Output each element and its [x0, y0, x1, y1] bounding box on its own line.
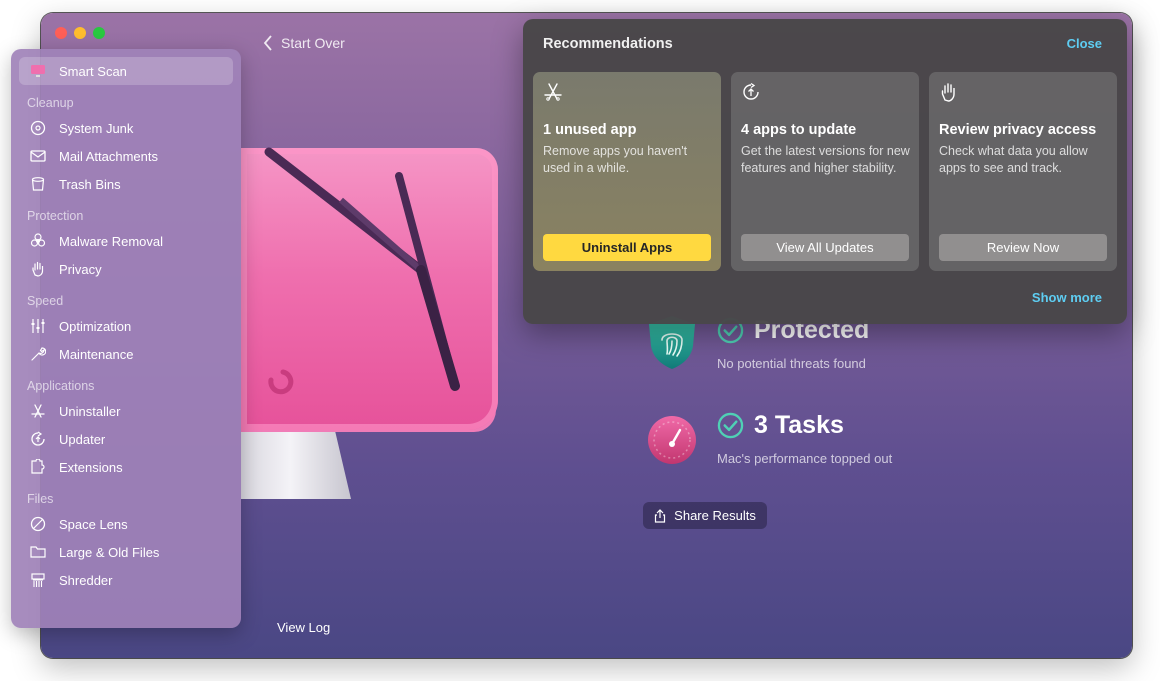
- start-over-label: Start Over: [281, 35, 345, 51]
- share-icon: [655, 508, 666, 523]
- sidebar-item-uninstaller[interactable]: Uninstaller: [19, 397, 233, 425]
- sidebar-item-label: Updater: [59, 431, 106, 447]
- update-icon: [741, 82, 761, 102]
- recommendations-title: Recommendations: [543, 36, 673, 52]
- hand-icon: [29, 260, 47, 278]
- tasks-subtitle: Mac's performance topped out: [717, 451, 893, 466]
- recommendations-popover: Recommendations Close 1 unused app Remov…: [523, 19, 1127, 324]
- show-more-link[interactable]: Show more: [1032, 290, 1102, 305]
- sidebar-section-cleanup: Cleanup: [27, 96, 74, 110]
- chevron-left-icon: [263, 35, 272, 51]
- protected-subtitle: No potential threats found: [717, 356, 866, 371]
- sidebar-item-extensions[interactable]: Extensions: [19, 453, 233, 481]
- monitor-icon: [29, 62, 47, 80]
- review-now-button[interactable]: Review Now: [939, 234, 1107, 261]
- app-store-icon: [543, 82, 563, 102]
- minimize-window-button[interactable]: [74, 27, 86, 39]
- card-description: Check what data you allow apps to see an…: [939, 144, 1088, 175]
- sidebar-section-protection: Protection: [27, 209, 84, 223]
- sidebar: Smart Scan Cleanup System Junk Mail Atta…: [11, 49, 241, 628]
- sidebar-item-label: Smart Scan: [59, 63, 127, 79]
- sidebar-item-label: Maintenance: [59, 346, 134, 362]
- sidebar-item-label: Privacy: [59, 261, 102, 277]
- sidebar-item-updater[interactable]: Updater: [19, 425, 233, 453]
- sidebar-item-label: Shredder: [59, 572, 113, 588]
- folder-icon: [29, 543, 47, 561]
- sidebar-item-shredder[interactable]: Shredder: [19, 566, 233, 594]
- card-title: Review privacy access: [939, 122, 1097, 138]
- recommendation-card-updates: 4 apps to update Get the latest versions…: [731, 72, 919, 271]
- view-all-updates-button[interactable]: View All Updates: [741, 234, 909, 261]
- tasks-title: 3 Tasks: [754, 411, 844, 439]
- sidebar-item-space-lens[interactable]: Space Lens: [19, 510, 233, 538]
- close-recommendations-link[interactable]: Close: [1067, 36, 1102, 51]
- card-title: 1 unused app: [543, 122, 637, 138]
- update-icon: [29, 430, 47, 448]
- card-title: 4 apps to update: [741, 122, 857, 138]
- mail-icon: [29, 147, 47, 165]
- sidebar-item-label: System Junk: [59, 120, 134, 136]
- sidebar-item-trash-bins[interactable]: Trash Bins: [19, 170, 233, 198]
- sidebar-item-large-old-files[interactable]: Large & Old Files: [19, 538, 233, 566]
- sidebar-item-label: Trash Bins: [59, 176, 121, 192]
- zoom-window-button[interactable]: [93, 27, 105, 39]
- sidebar-item-maintenance[interactable]: Maintenance: [19, 340, 233, 368]
- trash-icon: [29, 175, 47, 193]
- speedometer-icon: [648, 416, 696, 464]
- recommendation-card-unused-app: 1 unused app Remove apps you haven't use…: [533, 72, 721, 271]
- lens-icon: [29, 515, 47, 533]
- sidebar-item-malware-removal[interactable]: Malware Removal: [19, 227, 233, 255]
- recommendation-card-privacy: Review privacy access Check what data yo…: [929, 72, 1117, 271]
- sidebar-section-files: Files: [27, 492, 54, 506]
- close-window-button[interactable]: [55, 27, 67, 39]
- sidebar-item-label: Large & Old Files: [59, 544, 160, 560]
- sliders-icon: [29, 317, 47, 335]
- sidebar-item-label: Mail Attachments: [59, 148, 158, 164]
- sidebar-section-speed: Speed: [27, 294, 64, 308]
- start-over-button[interactable]: Start Over: [263, 35, 345, 51]
- sidebar-item-system-junk[interactable]: System Junk: [19, 114, 233, 142]
- sidebar-item-smart-scan[interactable]: Smart Scan: [19, 57, 233, 85]
- sidebar-item-label: Space Lens: [59, 516, 128, 532]
- share-results-button[interactable]: Share Results: [643, 502, 767, 529]
- sidebar-item-mail-attachments[interactable]: Mail Attachments: [19, 142, 233, 170]
- wiper-illustration: [264, 147, 460, 395]
- sidebar-item-optimization[interactable]: Optimization: [19, 312, 233, 340]
- check-circle-icon: [717, 412, 744, 439]
- share-results-label: Share Results: [674, 508, 756, 523]
- sidebar-item-label: Extensions: [59, 459, 123, 475]
- hand-icon: [939, 82, 959, 102]
- wrench-icon: [29, 345, 47, 363]
- sidebar-item-label: Uninstaller: [59, 403, 121, 419]
- tasks-heading: 3 Tasks: [717, 411, 844, 440]
- sidebar-item-label: Malware Removal: [59, 233, 164, 249]
- sidebar-item-privacy[interactable]: Privacy: [19, 255, 233, 283]
- sidebar-section-applications: Applications: [27, 379, 95, 393]
- shredder-icon: [29, 571, 47, 589]
- app-icon: [29, 402, 47, 420]
- puzzle-icon: [29, 458, 47, 476]
- uninstall-apps-button[interactable]: Uninstall Apps: [543, 234, 711, 261]
- biohazard-icon: [29, 232, 47, 250]
- disk-icon: [29, 119, 47, 137]
- card-description: Get the latest versions for new features…: [741, 144, 910, 175]
- card-description: Remove apps you haven't used in a while.: [543, 144, 688, 175]
- view-log-link[interactable]: View Log: [277, 620, 330, 635]
- sidebar-item-label: Optimization: [59, 318, 132, 334]
